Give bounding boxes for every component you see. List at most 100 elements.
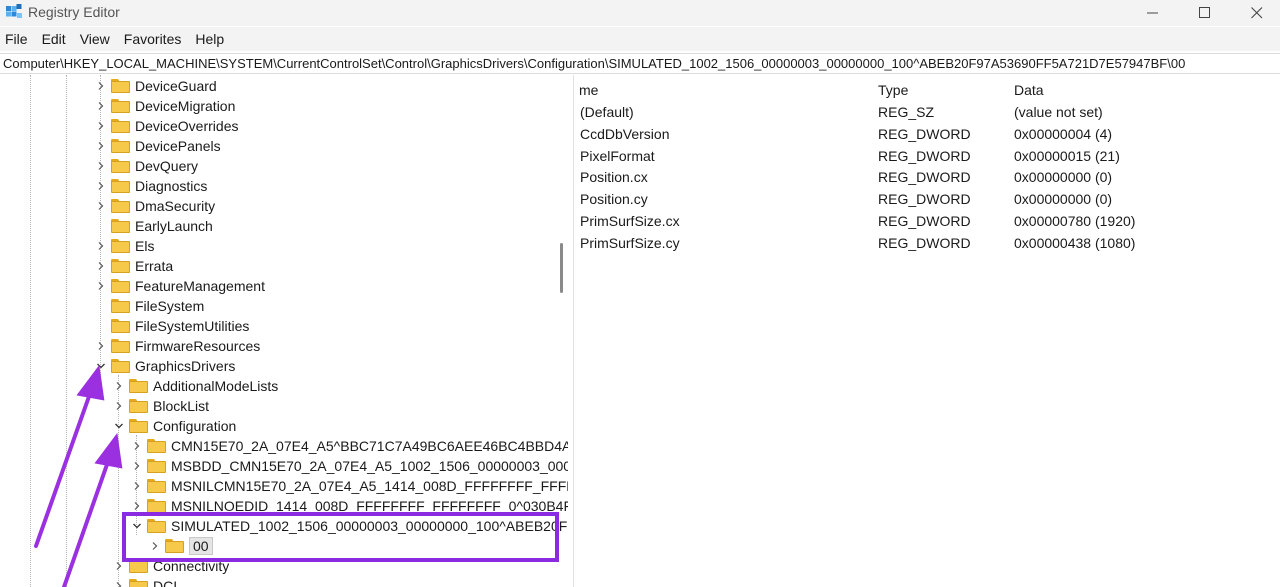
folder-icon	[111, 279, 130, 293]
chevron-right-icon[interactable]	[94, 96, 108, 116]
tree-item[interactable]: GraphicsDrivers	[94, 356, 235, 376]
column-header-type[interactable]: Type	[878, 82, 908, 98]
highlight-box	[122, 512, 559, 562]
folder-icon	[111, 179, 130, 193]
maximize-button[interactable]	[1179, 0, 1231, 26]
tree-item[interactable]: MSBDD_CMN15E70_2A_07E4_A5_1002_1506_0000…	[130, 456, 568, 476]
chevron-down-icon[interactable]	[112, 416, 126, 436]
chevron-right-icon[interactable]	[94, 116, 108, 136]
tree-item[interactable]: Diagnostics	[94, 176, 207, 196]
tree-connector	[94, 296, 108, 316]
chevron-right-icon[interactable]	[112, 376, 126, 396]
address-bar[interactable]: Computer\HKEY_LOCAL_MACHINE\SYSTEM\Curre…	[0, 53, 1280, 74]
table-row[interactable]: Position.cx REG_DWORD 0x00000000 (0)	[577, 166, 1280, 188]
chevron-right-icon[interactable]	[112, 576, 126, 587]
tree-item[interactable]: FirmwareResources	[94, 336, 260, 356]
folder-icon	[111, 139, 130, 153]
value-data-cell: 0x00000004 (4)	[1014, 125, 1113, 142]
value-name-cell: Position.cy	[580, 191, 648, 208]
chevron-right-icon[interactable]	[94, 256, 108, 276]
folder-icon	[111, 239, 130, 253]
tree-item[interactable]: DeviceOverrides	[94, 116, 238, 136]
tree-item-label: FirmwareResources	[135, 338, 261, 354]
menu-favorites[interactable]: Favorites	[124, 31, 182, 47]
registry-tree[interactable]: DeviceGuard DeviceMigration DeviceOverride…	[0, 75, 568, 587]
maximize-icon	[1199, 7, 1210, 18]
folder-icon	[111, 319, 130, 333]
table-row[interactable]: (Default) REG_SZ (value not set)	[577, 101, 1280, 123]
folder-icon	[129, 579, 148, 587]
tree-item-label: EarlyLaunch	[135, 218, 213, 234]
folder-icon	[129, 379, 148, 393]
folder-icon	[111, 199, 130, 213]
chevron-right-icon[interactable]	[94, 176, 108, 196]
tree-item[interactable]: Configuration	[112, 416, 236, 436]
tree-item[interactable]: AdditionalModeLists	[112, 376, 278, 396]
chevron-right-icon[interactable]	[112, 396, 126, 416]
tree-item[interactable]: MSNILCMN15E70_2A_07E4_A5_1414_008D_FFFFF…	[130, 476, 568, 496]
chevron-right-icon[interactable]	[94, 336, 108, 356]
folder-icon	[111, 359, 130, 373]
chevron-right-icon[interactable]	[94, 76, 108, 96]
minimize-button[interactable]	[1127, 0, 1179, 26]
folder-icon	[129, 399, 148, 413]
tree-item[interactable]: BlockList	[112, 396, 209, 416]
chevron-right-icon[interactable]	[130, 436, 144, 456]
value-type-cell: REG_DWORD	[878, 234, 971, 251]
close-icon	[1251, 7, 1263, 19]
chevron-right-icon[interactable]	[94, 156, 108, 176]
menu-file[interactable]: File	[5, 31, 28, 47]
table-row[interactable]: PixelFormat REG_DWORD 0x00000015 (21)	[577, 145, 1280, 167]
chevron-right-icon[interactable]	[94, 136, 108, 156]
folder-icon	[129, 419, 148, 433]
tree-item[interactable]: DeviceGuard	[94, 76, 217, 96]
value-data-cell: 0x00000780 (1920)	[1014, 213, 1136, 229]
tree-item-label: DevQuery	[135, 158, 199, 174]
table-row[interactable]: Position.cy REG_DWORD 0x00000000 (0)	[577, 188, 1280, 210]
tree-item[interactable]: Els	[94, 236, 154, 256]
tree-item[interactable]: DCI	[112, 576, 177, 587]
table-row[interactable]: PrimSurfSize.cx REG_DWORD 0x00000780 (1920…	[577, 210, 1280, 232]
chevron-right-icon[interactable]	[130, 456, 144, 476]
column-header-name[interactable]: me	[579, 82, 598, 98]
tree-item-label: FileSystem	[135, 298, 205, 314]
tree-item[interactable]: FileSystem	[94, 296, 204, 316]
title-bar: Registry Editor	[0, 0, 1280, 26]
chevron-right-icon[interactable]	[94, 196, 108, 216]
menu-edit[interactable]: Edit	[42, 31, 66, 47]
menu-view[interactable]: View	[80, 31, 110, 47]
tree-item[interactable]: DmaSecurity	[94, 196, 215, 216]
tree-item-label: BlockList	[153, 398, 210, 414]
tree-item-label: DmaSecurity	[135, 198, 216, 214]
minimize-icon	[1147, 12, 1158, 14]
tree-item[interactable]: DeviceMigration	[94, 96, 235, 116]
tree-item[interactable]: DevicePanels	[94, 136, 221, 156]
tree-item[interactable]: DevQuery	[94, 156, 198, 176]
value-type-cell: REG_SZ	[878, 104, 935, 120]
window-title: Registry Editor	[28, 4, 120, 20]
values-list[interactable]: me Type Data (Default) REG_SZ (value not s…	[577, 75, 1280, 587]
table-row[interactable]: CcdDbVersion REG_DWORD 0x00000004 (4)	[577, 123, 1280, 145]
chevron-right-icon[interactable]	[94, 276, 108, 296]
folder-icon	[111, 119, 130, 133]
tree-item[interactable]: FileSystemUtilities	[94, 316, 249, 336]
chevron-right-icon[interactable]	[130, 476, 144, 496]
close-button[interactable]	[1231, 0, 1280, 26]
folder-icon	[111, 299, 130, 313]
value-data-cell: 0x00000000 (0)	[1014, 191, 1113, 208]
table-row[interactable]: PrimSurfSize.cy REG_DWORD 0x00000438 (1080…	[577, 232, 1280, 254]
tree-item[interactable]: CMN15E70_2A_07E4_A5^BBC71C7A49BC6AEE46BC…	[130, 436, 568, 456]
tree-scrollbar-thumb[interactable]	[560, 243, 563, 293]
menu-help[interactable]: Help	[195, 31, 224, 47]
tree-item[interactable]: FeatureManagement	[94, 276, 265, 296]
tree-item[interactable]: EarlyLaunch	[94, 216, 213, 236]
value-type-cell: REG_DWORD	[878, 147, 971, 164]
tree-item-label: GraphicsDrivers	[135, 358, 236, 374]
folder-icon	[111, 219, 130, 233]
tree-item[interactable]: Errata	[94, 256, 173, 276]
chevron-down-icon[interactable]	[94, 356, 108, 376]
folder-icon	[111, 259, 130, 273]
chevron-right-icon[interactable]	[94, 236, 108, 256]
value-data-cell: 0x00000015 (21)	[1014, 147, 1120, 164]
column-header-data[interactable]: Data	[1014, 82, 1044, 98]
